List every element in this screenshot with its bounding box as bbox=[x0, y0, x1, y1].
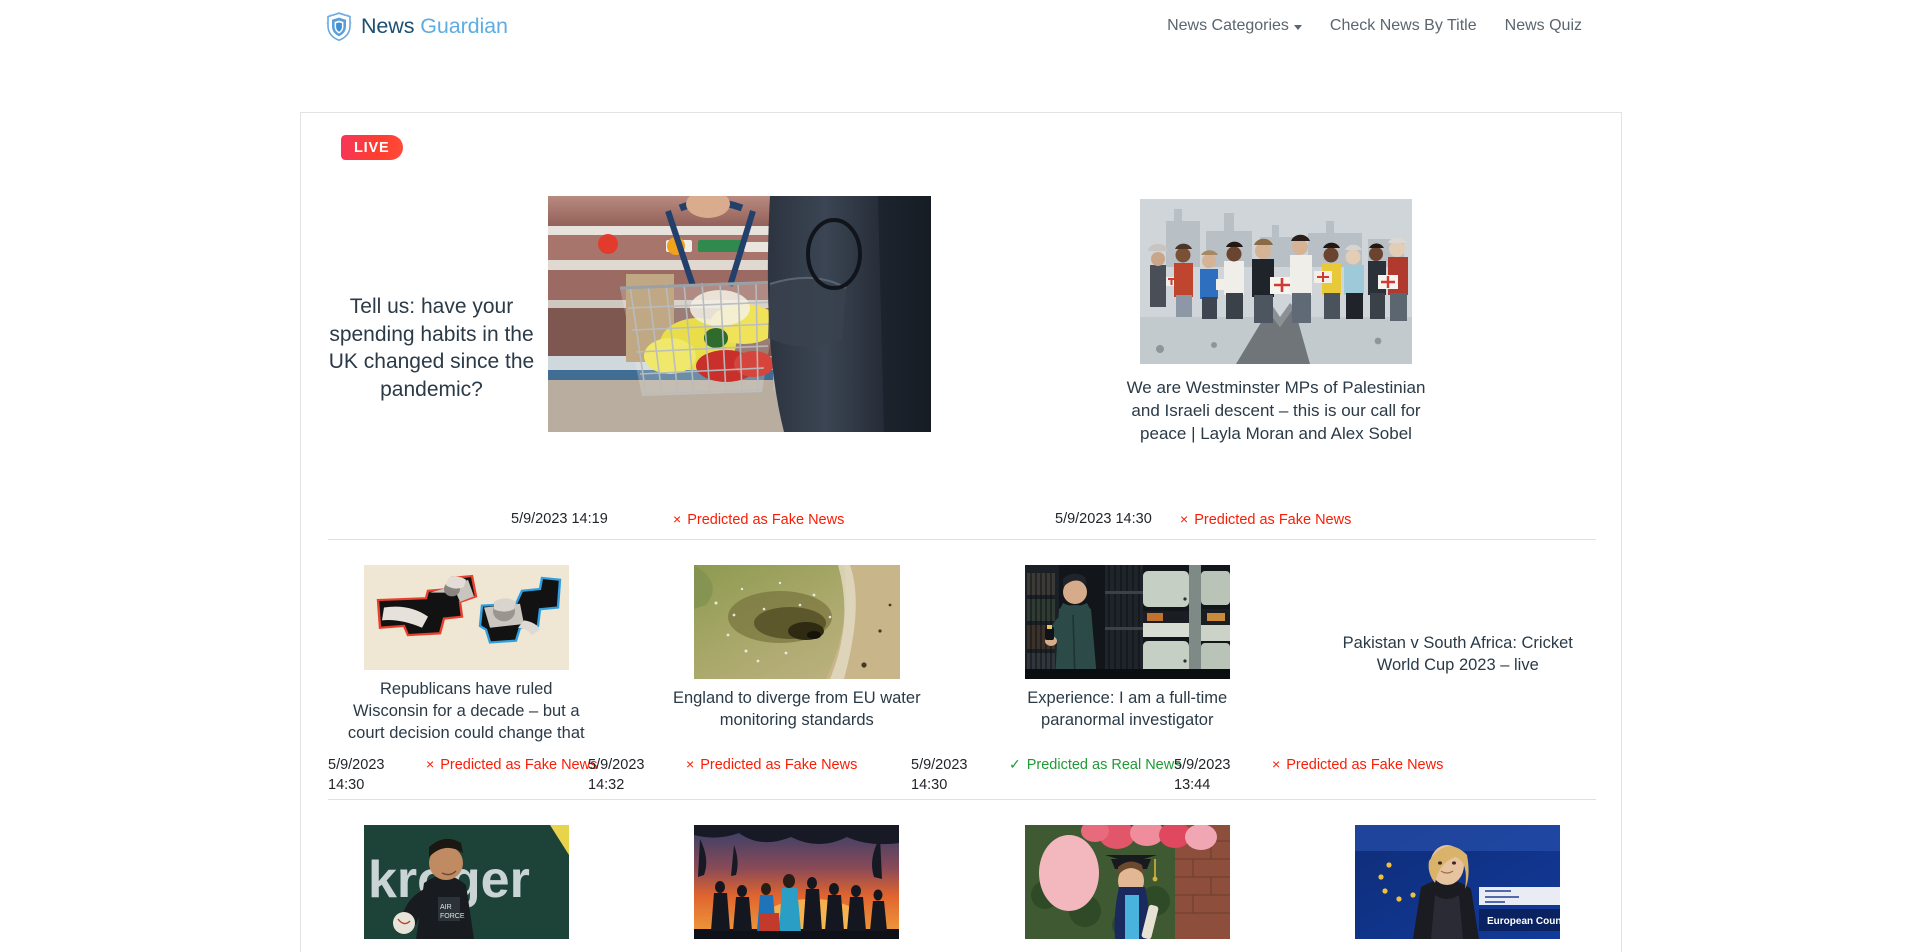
row-divider bbox=[328, 799, 1596, 800]
live-badge-label: LIVE bbox=[354, 139, 390, 156]
hero-article-2-image[interactable] bbox=[1140, 199, 1412, 364]
brand-name-primary: News bbox=[361, 13, 415, 38]
check-icon: ✓ bbox=[1009, 756, 1021, 772]
shield-icon bbox=[326, 11, 352, 41]
nav-item-label: News Categories bbox=[1167, 17, 1289, 34]
svg-text:European Council: European Council bbox=[1487, 916, 1560, 927]
article-image-athlete-kroger[interactable]: kroger AIR FORCE bbox=[363, 825, 569, 939]
article-card-wisconsin[interactable]: Republicans have ruled Wisconsin for a d… bbox=[301, 565, 632, 745]
cross-icon: × bbox=[426, 756, 435, 772]
article-image-graduate-balloons[interactable] bbox=[1024, 825, 1230, 939]
svg-text:AIR: AIR bbox=[440, 904, 452, 911]
cross-icon: × bbox=[1272, 756, 1281, 772]
brand-name: News Guardian bbox=[361, 14, 508, 39]
article-image-gerrymander-collage[interactable] bbox=[363, 565, 569, 671]
hero-article-1[interactable]: Tell us: have your spending habits in th… bbox=[301, 169, 931, 489]
article-title: Experience: I am a full-time paranormal … bbox=[1027, 689, 1228, 729]
hero-meta-row: 5/9/2023 14:19 × Predicted as Fake News 5… bbox=[301, 511, 1621, 539]
chevron-down-icon bbox=[1293, 24, 1302, 30]
top-navbar: News Guardian News Categories Check News… bbox=[0, 0, 1920, 52]
prediction-label: Predicted as Fake News bbox=[1194, 512, 1352, 528]
hero-article-2[interactable]: We are Westminster MPs of Palestinian an… bbox=[931, 169, 1621, 489]
cross-icon: × bbox=[673, 511, 682, 527]
nav-item-label: News Quiz bbox=[1504, 17, 1582, 34]
prediction-label: Predicted as Real News bbox=[1026, 757, 1182, 773]
article-card-cricket[interactable]: Pakistan v South Africa: Cricket World C… bbox=[1293, 565, 1622, 745]
cross-icon: × bbox=[1180, 511, 1189, 527]
news-feed-card: LIVE Tell us: have your spending habits … bbox=[300, 112, 1622, 952]
nav-item-label: Check News By Title bbox=[1329, 17, 1477, 34]
article-image-library-investigator[interactable] bbox=[1024, 565, 1230, 679]
hero-article-1-image[interactable] bbox=[548, 196, 931, 432]
article-image-european-council[interactable]: European Council bbox=[1355, 825, 1561, 939]
article-row-2-meta: 5/9/2023 14:30 × Predicted as Fake News 5/… bbox=[301, 755, 1621, 803]
nav-item-news-categories[interactable]: News Categories bbox=[1167, 17, 1302, 35]
article-timestamp: 5/9/2023 14:30 bbox=[328, 757, 385, 793]
row-divider bbox=[328, 539, 1596, 540]
article-card-water[interactable]: England to diverge from EU water monitor… bbox=[632, 565, 963, 745]
article-timestamp: 5/9/2023 14:32 bbox=[588, 757, 645, 793]
nav-item-check-news-by-title[interactable]: Check News By Title bbox=[1330, 17, 1477, 35]
article-title: Pakistan v South Africa: Cricket World C… bbox=[1342, 634, 1573, 674]
nav-item-news-quiz[interactable]: News Quiz bbox=[1505, 17, 1582, 35]
article-prediction: × Predicted as Fake News bbox=[1272, 755, 1443, 795]
prediction-label: Predicted as Fake News bbox=[700, 757, 858, 773]
prediction-label: Predicted as Fake News bbox=[440, 757, 598, 773]
hero-article-2-title: We are Westminster MPs of Palestinian an… bbox=[1126, 378, 1426, 444]
article-timestamp: 5/9/2023 13:44 bbox=[1174, 757, 1231, 793]
brand-logo-link[interactable]: News Guardian bbox=[326, 11, 508, 41]
article-timestamp: 5/9/2023 14:30 bbox=[911, 757, 968, 793]
cross-icon: × bbox=[686, 756, 695, 772]
live-badge: LIVE bbox=[341, 135, 404, 160]
article-card-paranormal[interactable]: Experience: I am a full-time paranormal … bbox=[962, 565, 1293, 745]
hero-row: Tell us: have your spending habits in th… bbox=[301, 169, 1621, 489]
hero-article-1-prediction: × Predicted as Fake News bbox=[673, 511, 844, 528]
nav-links: News Categories Check News By Title News… bbox=[1167, 17, 1582, 35]
article-meta-water: 5/9/2023 14:32 × Predicted as Fake News bbox=[588, 755, 857, 795]
article-title: England to diverge from EU water monitor… bbox=[672, 689, 921, 729]
article-prediction: ✓ Predicted as Real News bbox=[1009, 755, 1181, 795]
article-row-2: Republicans have ruled Wisconsin for a d… bbox=[301, 565, 1622, 745]
brand-name-secondary: Guardian bbox=[420, 13, 508, 38]
prediction-label: Predicted as Fake News bbox=[687, 512, 845, 528]
article-meta-paranormal: 5/9/2023 14:30 ✓ Predicted as Real News bbox=[911, 755, 1181, 795]
hero-article-2-timestamp: 5/9/2023 14:30 bbox=[1055, 511, 1152, 527]
hero-article-1-title: Tell us: have your spending habits in th… bbox=[328, 295, 535, 402]
svg-text:FORCE: FORCE bbox=[440, 913, 465, 920]
prediction-label: Predicted as Fake News bbox=[1286, 757, 1444, 773]
article-title: Republicans have ruled Wisconsin for a d… bbox=[347, 680, 585, 743]
article-meta-wisconsin: 5/9/2023 14:30 × Predicted as Fake News bbox=[328, 755, 597, 795]
article-prediction: × Predicted as Fake News bbox=[426, 755, 597, 795]
article-prediction: × Predicted as Fake News bbox=[686, 755, 857, 795]
article-image-polluted-water[interactable] bbox=[693, 565, 900, 679]
article-image-runners-sunset[interactable] bbox=[694, 825, 900, 939]
hero-article-1-timestamp: 5/9/2023 14:19 bbox=[511, 511, 608, 527]
hero-article-2-prediction: × Predicted as Fake News bbox=[1180, 511, 1351, 528]
article-meta-cricket: 5/9/2023 13:44 × Predicted as Fake News bbox=[1174, 755, 1443, 795]
